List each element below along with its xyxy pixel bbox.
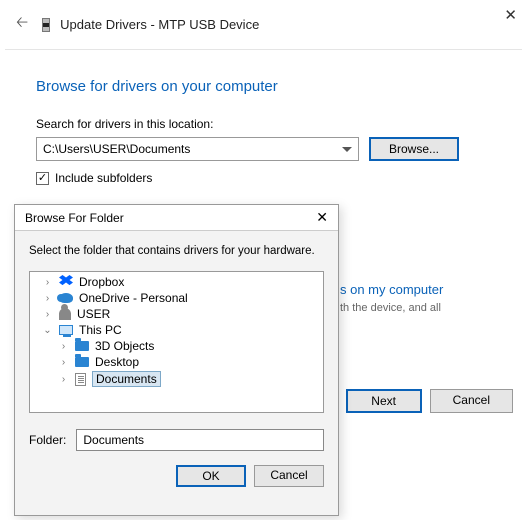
tree-item-3dobjects[interactable]: › 3D Objects <box>30 338 323 354</box>
dialog-close-icon[interactable]: ✕ <box>316 209 328 226</box>
tree-item-thispc[interactable]: ⌄ This PC <box>30 322 323 338</box>
tree-item-documents[interactable]: › Documents <box>30 370 323 388</box>
tree-label: Documents <box>92 371 161 387</box>
location-dropdown[interactable]: C:\Users\USER\Documents <box>36 137 359 161</box>
folder-name-input[interactable] <box>76 429 324 451</box>
tree-label: This PC <box>79 323 122 337</box>
search-location-label: Search for drivers in this location: <box>36 117 495 131</box>
main-content: Browse for drivers on your computer Sear… <box>0 50 527 185</box>
checkbox-icon <box>36 172 49 185</box>
window-title: Update Drivers - MTP USB Device <box>60 17 259 32</box>
chevron-right-icon[interactable]: › <box>58 341 69 352</box>
next-button[interactable]: Next <box>346 389 422 413</box>
computer-icon <box>59 325 73 335</box>
documents-icon <box>75 373 86 386</box>
usb-device-icon <box>42 18 50 32</box>
tree-item-dropbox[interactable]: › Dropbox <box>30 274 323 290</box>
tree-item-onedrive[interactable]: › OneDrive - Personal <box>30 290 323 306</box>
cloud-icon <box>59 293 73 303</box>
folder-tree[interactable]: › Dropbox › OneDrive - Personal › USER ⌄… <box>29 271 324 413</box>
page-heading: Browse for drivers on your computer <box>36 78 495 95</box>
location-value: C:\Users\USER\Documents <box>43 142 190 156</box>
dropbox-icon <box>59 275 73 289</box>
chevron-right-icon[interactable]: › <box>42 309 53 320</box>
chevron-right-icon[interactable]: › <box>58 357 69 368</box>
include-subfolders-checkbox[interactable]: Include subfolders <box>36 171 495 185</box>
back-arrow-icon[interactable]: 🡠 <box>12 10 32 39</box>
browse-button[interactable]: Browse... <box>369 137 459 161</box>
tree-label: USER <box>77 307 110 321</box>
tree-item-user[interactable]: › USER <box>30 306 323 322</box>
folder-icon <box>75 341 89 351</box>
user-icon <box>59 308 71 320</box>
tree-label: Desktop <box>95 355 139 369</box>
chevron-down-icon <box>342 147 352 152</box>
chevron-down-icon[interactable]: ⌄ <box>42 325 53 336</box>
chevron-right-icon[interactable]: › <box>58 374 69 385</box>
folder-field-label: Folder: <box>29 433 66 447</box>
tree-item-desktop[interactable]: › Desktop <box>30 354 323 370</box>
background-link-fragment[interactable]: s on my computer <box>340 282 443 297</box>
background-text-fragment: th the device, and all <box>340 302 441 314</box>
folder-icon <box>75 357 89 367</box>
titlebar: 🡠 Update Drivers - MTP USB Device <box>0 0 527 49</box>
cancel-button[interactable]: Cancel <box>430 389 513 413</box>
tree-label: OneDrive - Personal <box>79 291 188 305</box>
dialog-cancel-button[interactable]: Cancel <box>254 465 324 487</box>
tree-label: Dropbox <box>79 275 124 289</box>
chevron-right-icon[interactable]: › <box>42 277 53 288</box>
window-close-icon[interactable]: ✕ <box>504 6 517 24</box>
tree-label: 3D Objects <box>95 339 154 353</box>
ok-button[interactable]: OK <box>176 465 246 487</box>
chevron-right-icon[interactable]: › <box>42 293 53 304</box>
dialog-title: Browse For Folder <box>25 211 124 225</box>
browse-folder-dialog: Browse For Folder ✕ Select the folder th… <box>14 204 339 516</box>
dialog-instruction: Select the folder that contains drivers … <box>15 231 338 271</box>
include-subfolders-label: Include subfolders <box>55 171 152 185</box>
